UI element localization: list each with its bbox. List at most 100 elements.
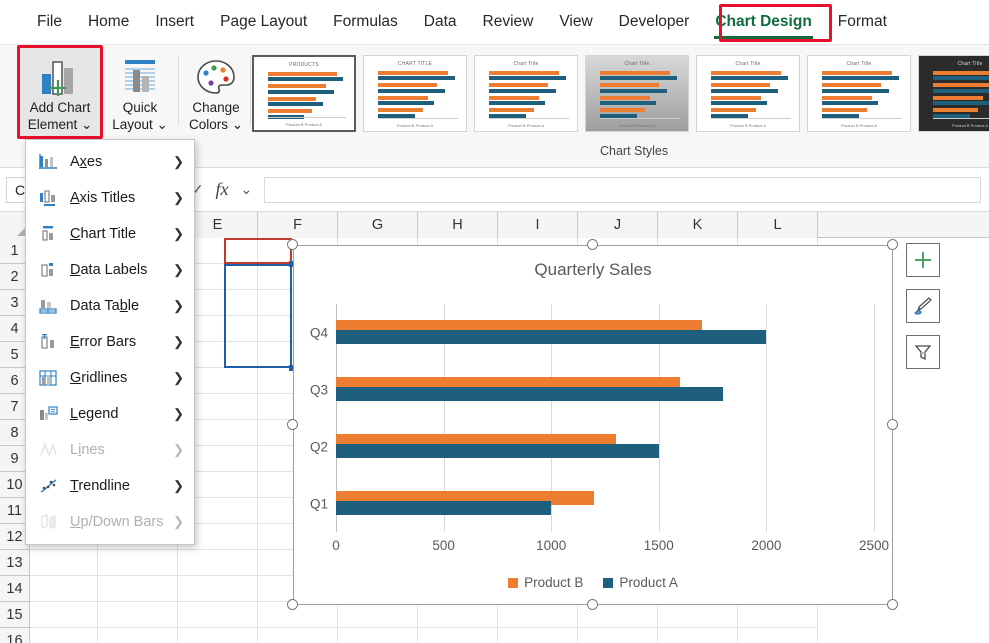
cell-D14[interactable] xyxy=(98,576,178,602)
menu-item-chart-title[interactable]: Chart Title ❯ xyxy=(26,216,194,252)
column-header-I[interactable]: I xyxy=(498,212,578,238)
cell-C15[interactable] xyxy=(30,602,98,628)
thumbnail-legend: Product B Product A xyxy=(729,123,767,128)
bar-product-a-Q1[interactable] xyxy=(336,501,552,516)
formula-input[interactable] xyxy=(264,176,981,203)
tab-developer[interactable]: Developer xyxy=(606,7,703,37)
menu-item-error-bars[interactable]: Error Bars ❯ xyxy=(26,324,194,360)
cell-H16[interactable] xyxy=(418,628,498,643)
menu-item-trendline[interactable]: Trendline ❯ xyxy=(26,468,194,504)
column-header-K[interactable]: K xyxy=(658,212,738,238)
category-label-Q3[interactable]: Q3 xyxy=(310,382,328,397)
tab-page-layout[interactable]: Page Layout xyxy=(207,7,320,37)
cell-C14[interactable] xyxy=(30,576,98,602)
cell-L16[interactable] xyxy=(738,628,818,643)
cell-I15[interactable] xyxy=(498,602,578,628)
x-axis-tick-labels[interactable]: 0 500 1000 1500 2000 2500 xyxy=(332,538,889,556)
change-colors-button[interactable]: Change Colors ⌄ xyxy=(180,48,252,136)
cell-K15[interactable] xyxy=(658,602,738,628)
chart-styles-gallery[interactable]: PRODUCTS Product B Product A CHART TITLE Pr… xyxy=(252,55,989,132)
chart-legend[interactable]: Product B Product A xyxy=(294,575,892,590)
add-chart-element-button[interactable]: Add Chart Element ⌄ xyxy=(20,48,100,136)
category-label-Q4[interactable]: Q4 xyxy=(310,325,328,340)
column-header-L[interactable]: L xyxy=(738,212,818,238)
chart-resize-handle-bl[interactable] xyxy=(287,599,298,610)
cell-D16[interactable] xyxy=(98,628,178,643)
tab-home[interactable]: Home xyxy=(75,7,142,37)
row-header-15[interactable]: 15 xyxy=(0,602,30,628)
category-label-Q2[interactable]: Q2 xyxy=(310,439,328,454)
x-tick-label-1000: 1000 xyxy=(536,538,567,553)
menu-item-legend[interactable]: Legend ❯ xyxy=(26,396,194,432)
chart-elements-button[interactable] xyxy=(906,243,940,277)
row-header-16[interactable]: 16 xyxy=(0,628,30,643)
quick-layout-button[interactable]: Quick Layout ⌄ xyxy=(104,48,176,136)
cell-D15[interactable] xyxy=(98,602,178,628)
chart-resize-handle-bc[interactable] xyxy=(587,599,598,610)
menu-item-axes[interactable]: Axes ❯ xyxy=(26,144,194,180)
chart-style-thumbnail-3[interactable]: Chart Title Product B Product A xyxy=(474,55,578,132)
chart-style-thumbnail-7[interactable]: Chart Title Product B Product A xyxy=(918,55,989,132)
chart-resize-handle-tc[interactable] xyxy=(587,239,598,250)
cell-K16[interactable] xyxy=(658,628,738,643)
cell-F15[interactable] xyxy=(258,602,338,628)
chart-style-thumbnail-4[interactable]: Chart Title Product B Product A xyxy=(585,55,689,132)
chart-style-thumbnail-6[interactable]: Chart Title Product B Product A xyxy=(807,55,911,132)
row-header-14[interactable]: 14 xyxy=(0,576,30,602)
cell-E14[interactable] xyxy=(178,576,258,602)
column-header-F[interactable]: F xyxy=(258,212,338,238)
chart-title[interactable]: Quarterly Sales xyxy=(294,260,892,280)
chart-object[interactable]: Quarterly Sales Q1 Q2 Q3 Q4 0 500 1000 1500 200… xyxy=(293,245,893,605)
chart-resize-handle-br[interactable] xyxy=(887,599,898,610)
tab-chart-design[interactable]: Chart Design xyxy=(702,7,824,39)
cell-C13[interactable] xyxy=(30,550,98,576)
chart-style-thumbnail-1[interactable]: PRODUCTS Product B Product A xyxy=(252,55,356,132)
chart-style-thumbnail-2[interactable]: CHART TITLE Product B Product A xyxy=(363,55,467,132)
chart-filters-button[interactable] xyxy=(906,335,940,369)
chart-resize-handle-tl[interactable] xyxy=(287,239,298,250)
column-header-G[interactable]: G xyxy=(338,212,418,238)
menu-item-data-labels[interactable]: Data Labels ❯ xyxy=(26,252,194,288)
cell-L15[interactable] xyxy=(738,602,818,628)
tab-data[interactable]: Data xyxy=(411,7,470,37)
menu-item-gridlines[interactable]: Gridlines ❯ xyxy=(26,360,194,396)
chart-styles-button[interactable] xyxy=(906,289,940,323)
row-header-13[interactable]: 13 xyxy=(0,550,30,576)
cell-E15[interactable] xyxy=(178,602,258,628)
tab-review[interactable]: Review xyxy=(470,7,547,37)
column-header-J[interactable]: J xyxy=(578,212,658,238)
tab-file[interactable]: File xyxy=(24,7,75,37)
bar-product-a-Q2[interactable] xyxy=(336,444,659,459)
cell-G15[interactable] xyxy=(338,602,418,628)
legend-item-product-a[interactable]: Product A xyxy=(603,575,678,590)
cell-E16[interactable] xyxy=(178,628,258,643)
bar-product-a-Q4[interactable] xyxy=(336,330,767,345)
chart-resize-handle-mr[interactable] xyxy=(887,419,898,430)
tab-format[interactable]: Format xyxy=(825,7,900,37)
insert-function-icon[interactable]: fx xyxy=(215,179,228,200)
cell-I16[interactable] xyxy=(498,628,578,643)
cell-H15[interactable] xyxy=(418,602,498,628)
cell-J16[interactable] xyxy=(578,628,658,643)
chevron-down-icon[interactable]: ⌄ xyxy=(240,181,252,198)
cell-G16[interactable] xyxy=(338,628,418,643)
tab-formulas[interactable]: Formulas xyxy=(320,7,411,37)
legend-item-product-b[interactable]: Product B xyxy=(508,575,583,590)
add-chart-element-menu[interactable]: Axes ❯ Axis Titles ❯ Chart Title ❯ Data Labels… xyxy=(25,139,195,545)
bar-product-a-Q3[interactable] xyxy=(336,387,724,402)
tab-insert[interactable]: Insert xyxy=(142,7,207,37)
cell-D13[interactable] xyxy=(98,550,178,576)
chart-plot-area[interactable]: Q1 Q2 Q3 Q4 xyxy=(310,304,875,532)
menu-item-data-table[interactable]: Data Table ❯ xyxy=(26,288,194,324)
chart-resize-handle-ml[interactable] xyxy=(287,419,298,430)
column-header-H[interactable]: H xyxy=(418,212,498,238)
tab-view[interactable]: View xyxy=(546,7,605,37)
menu-item-axis-titles[interactable]: Axis Titles ❯ xyxy=(26,180,194,216)
cell-C16[interactable] xyxy=(30,628,98,643)
cell-F16[interactable] xyxy=(258,628,338,643)
bar-group-Q4: Q4 xyxy=(310,304,874,361)
chart-resize-handle-tr[interactable] xyxy=(887,239,898,250)
category-label-Q1[interactable]: Q1 xyxy=(310,496,328,511)
chart-style-thumbnail-5[interactable]: Chart Title Product B Product A xyxy=(696,55,800,132)
cell-E13[interactable] xyxy=(178,550,258,576)
